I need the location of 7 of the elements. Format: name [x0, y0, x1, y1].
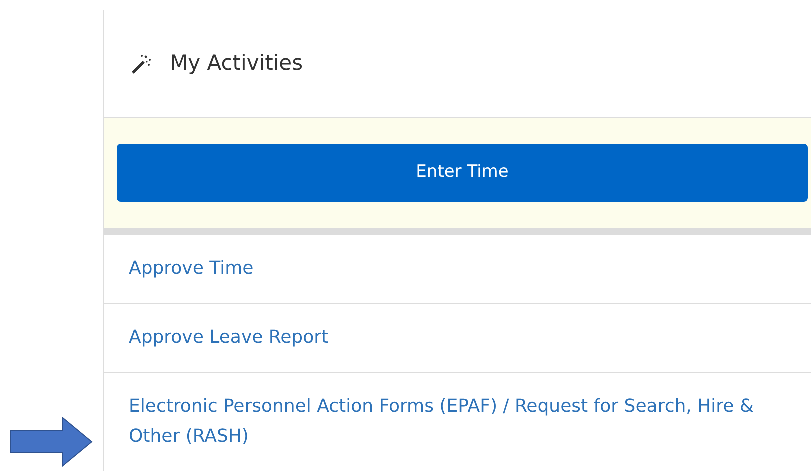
- activity-link[interactable]: Approve Time: [129, 254, 779, 284]
- arrow-icon: [10, 417, 93, 467]
- activity-link[interactable]: Approve Leave Report: [129, 323, 779, 353]
- activity-link[interactable]: Electronic Personnel Action Forms (EPAF) / Request for Search, Hire & Other (RASH): [129, 392, 779, 452]
- panel-title: My Activities: [170, 50, 304, 77]
- magic-wand-icon: [130, 54, 152, 74]
- enter-time-button[interactable]: Enter Time: [117, 144, 808, 202]
